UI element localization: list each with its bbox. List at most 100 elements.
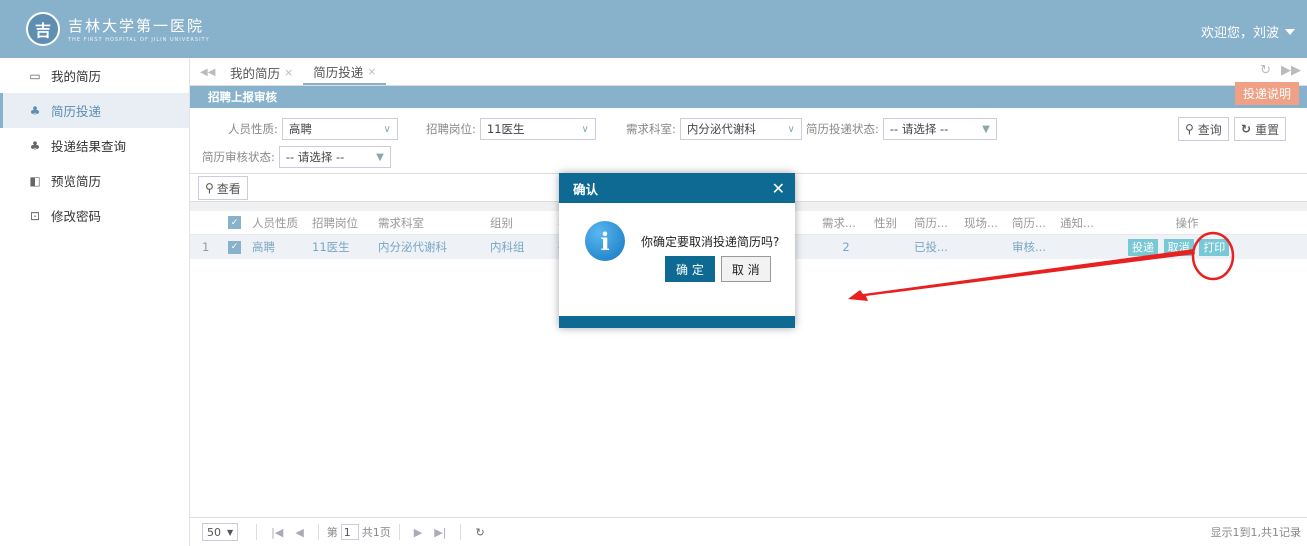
sidebar: ▭ 我的简历 ♣ 简历投递 ♣ 投递结果查询 ◧ 预览简历 ⊡ 修改密码 xyxy=(0,58,190,546)
sidebar-item-label: 我的简历 xyxy=(51,69,102,84)
col-header[interactable]: 通知... xyxy=(1056,215,1110,231)
sidebar-item-label: 预览简历 xyxy=(51,174,102,189)
page-total: 共1页 xyxy=(361,526,391,539)
col-header[interactable]: 性别 xyxy=(870,215,910,231)
col-header[interactable]: 需求科室 xyxy=(374,215,486,231)
sidebar-item-label: 修改密码 xyxy=(51,209,102,224)
refresh-icon[interactable]: ↻ xyxy=(475,526,484,539)
dialog-message: 你确定要取消投递简历吗? xyxy=(641,235,780,249)
users-icon: ♣ xyxy=(29,103,41,118)
staff-type-value: 高聘 xyxy=(288,122,312,136)
col-header[interactable]: 人员性质 xyxy=(248,215,308,231)
user-menu[interactable]: 欢迎您，刘波 xyxy=(1201,22,1295,41)
refresh-icon: ↻ xyxy=(1241,122,1252,136)
dept-select[interactable]: 内分泌代谢科 ∨ xyxy=(679,118,802,140)
col-header: 操作 xyxy=(1175,215,1199,230)
confirm-cancel-button[interactable]: 取 消 xyxy=(720,256,771,282)
col-header[interactable]: 简历... xyxy=(1008,215,1056,231)
top-header: 吉 吉林大学第一医院 THE FIRST HOSPITAL OF JILIN U… xyxy=(0,0,1307,58)
position-label: 招聘岗位: xyxy=(426,122,476,136)
caret-down-icon: ▼ xyxy=(227,527,234,537)
reset-label: 重置 xyxy=(1255,122,1280,137)
resume-icon: ▭ xyxy=(29,68,41,83)
print-action-button[interactable]: 打印 xyxy=(1199,238,1230,256)
cancel-action-button[interactable]: 取消 xyxy=(1163,238,1194,256)
dialog-footer-bar xyxy=(559,316,795,328)
col-header[interactable]: 组别 xyxy=(486,215,554,231)
refresh-icon[interactable]: ↻ xyxy=(1260,63,1271,78)
chevron-down-icon: ∨ xyxy=(581,123,589,135)
first-page-icon[interactable]: |◀ xyxy=(271,526,283,539)
page-size-value: 50 xyxy=(207,525,221,539)
confirm-dialog: 确认 ✕ i 你确定要取消投递简历吗? 确 定 取 消 xyxy=(559,173,795,328)
caret-down-icon xyxy=(1285,28,1295,35)
cell-demand: 2 xyxy=(842,240,850,254)
tab-bar: ◀◀ 我的简历 × 简历投递 × ↻ ▶▶ xyxy=(190,58,1307,86)
confirm-ok-button[interactable]: 确 定 xyxy=(665,256,715,282)
sidebar-item-label: 简历投递 xyxy=(51,104,102,119)
cell-resume-status: 已投... xyxy=(914,240,948,254)
staff-type-label: 人员性质: xyxy=(228,122,278,136)
col-header[interactable]: 需求... xyxy=(818,215,870,231)
sidebar-item-resume-submit[interactable]: ♣ 简历投递 xyxy=(0,93,189,128)
tab-label: 我的简历 xyxy=(230,65,281,81)
view-button[interactable]: ⚲ 查看 xyxy=(198,176,248,200)
resume-status-label: 简历投递状态: xyxy=(806,122,879,136)
sidebar-item-preview-resume[interactable]: ◧ 预览简历 xyxy=(0,163,189,198)
close-icon[interactable]: ✕ xyxy=(772,179,785,198)
sidebar-item-change-password[interactable]: ⊡ 修改密码 xyxy=(0,198,189,233)
resume-status-value: -- 请选择 -- xyxy=(889,122,949,136)
cell-staff-type: 高聘 xyxy=(252,240,275,254)
position-select[interactable]: 11医生 ∨ xyxy=(479,118,596,140)
dept-label: 需求科室: xyxy=(626,122,676,136)
prev-page-icon[interactable]: ◀ xyxy=(295,526,303,539)
page-size-select[interactable]: 50 ▼ xyxy=(202,523,239,541)
preview-icon: ◧ xyxy=(29,173,41,188)
resume-status-select[interactable]: -- 请选择 -- ▼ xyxy=(882,118,997,140)
review-status-value: -- 请选择 -- xyxy=(285,150,345,164)
scroll-left-icon[interactable]: ◀◀ xyxy=(200,59,220,85)
logo-title: 吉林大学第一医院 xyxy=(68,17,205,35)
sidebar-item-my-resume[interactable]: ▭ 我的简历 xyxy=(0,58,189,93)
next-page-icon[interactable]: ▶ xyxy=(414,526,422,539)
last-page-icon[interactable]: ▶| xyxy=(434,526,446,539)
query-button[interactable]: ⚲ 查询 xyxy=(1178,117,1229,141)
cell-group: 内科组 xyxy=(490,240,525,254)
submit-explain-button[interactable]: 投递说明 xyxy=(1234,82,1299,105)
reset-button[interactable]: ↻ 重置 xyxy=(1234,117,1287,141)
dialog-title: 确认 xyxy=(573,181,599,197)
page-number-input[interactable]: 1 xyxy=(340,524,359,540)
col-header[interactable]: 简历... xyxy=(910,215,960,231)
position-value: 11医生 xyxy=(486,122,525,136)
dialog-title-bar: 确认 ✕ xyxy=(559,173,795,203)
user-greeting: 欢迎您，刘波 xyxy=(1200,26,1279,41)
dept-value: 内分泌代谢科 xyxy=(686,122,756,136)
staff-type-select[interactable]: 高聘 ∨ xyxy=(281,118,398,140)
search-icon: ⚲ xyxy=(205,181,214,195)
caret-down-icon: ▼ xyxy=(376,151,384,163)
tab-resume-submit[interactable]: 简历投递 × xyxy=(303,59,387,85)
logo-subtitle: THE FIRST HOSPITAL OF JILIN UNIVERSITY xyxy=(68,37,210,43)
chevron-down-icon: ∨ xyxy=(787,123,795,135)
close-icon[interactable]: × xyxy=(284,66,293,79)
cell-position: 11医生 xyxy=(312,240,350,254)
tab-my-resume[interactable]: 我的简历 × xyxy=(220,59,303,85)
sidebar-item-result-query[interactable]: ♣ 投递结果查询 xyxy=(0,128,189,163)
submit-action-button[interactable]: 投递 xyxy=(1128,238,1158,256)
row-number: 1 xyxy=(202,240,210,254)
panel-header: 招聘上报审核 投递说明 xyxy=(190,82,1307,108)
pagination: 50 ▼ |◀ ◀ 第 1 共1页 ▶ ▶| ↻ 显示1到1,共1记录 xyxy=(190,517,1307,546)
caret-down-icon: ▼ xyxy=(982,123,990,135)
close-icon[interactable]: × xyxy=(367,65,376,78)
query-label: 查询 xyxy=(1197,122,1222,137)
info-icon: i xyxy=(585,221,625,261)
col-header[interactable]: 招聘岗位 xyxy=(308,215,374,231)
filter-form: 人员性质: 高聘 ∨ 招聘岗位: 11医生 ∨ 需求科室: 内分泌代谢科 ∨ 简… xyxy=(190,108,1307,174)
review-status-label: 简历审核状态: xyxy=(202,150,275,164)
select-all-checkbox[interactable]: ✓ xyxy=(228,216,241,229)
scroll-right-icon[interactable]: ▶▶ xyxy=(1281,63,1301,78)
row-checkbox[interactable]: ✓ xyxy=(228,240,241,254)
review-status-select[interactable]: -- 请选择 -- ▼ xyxy=(278,146,391,168)
col-header[interactable]: 现场... xyxy=(960,215,1008,231)
page-info: 显示1到1,共1记录 xyxy=(1210,526,1302,539)
